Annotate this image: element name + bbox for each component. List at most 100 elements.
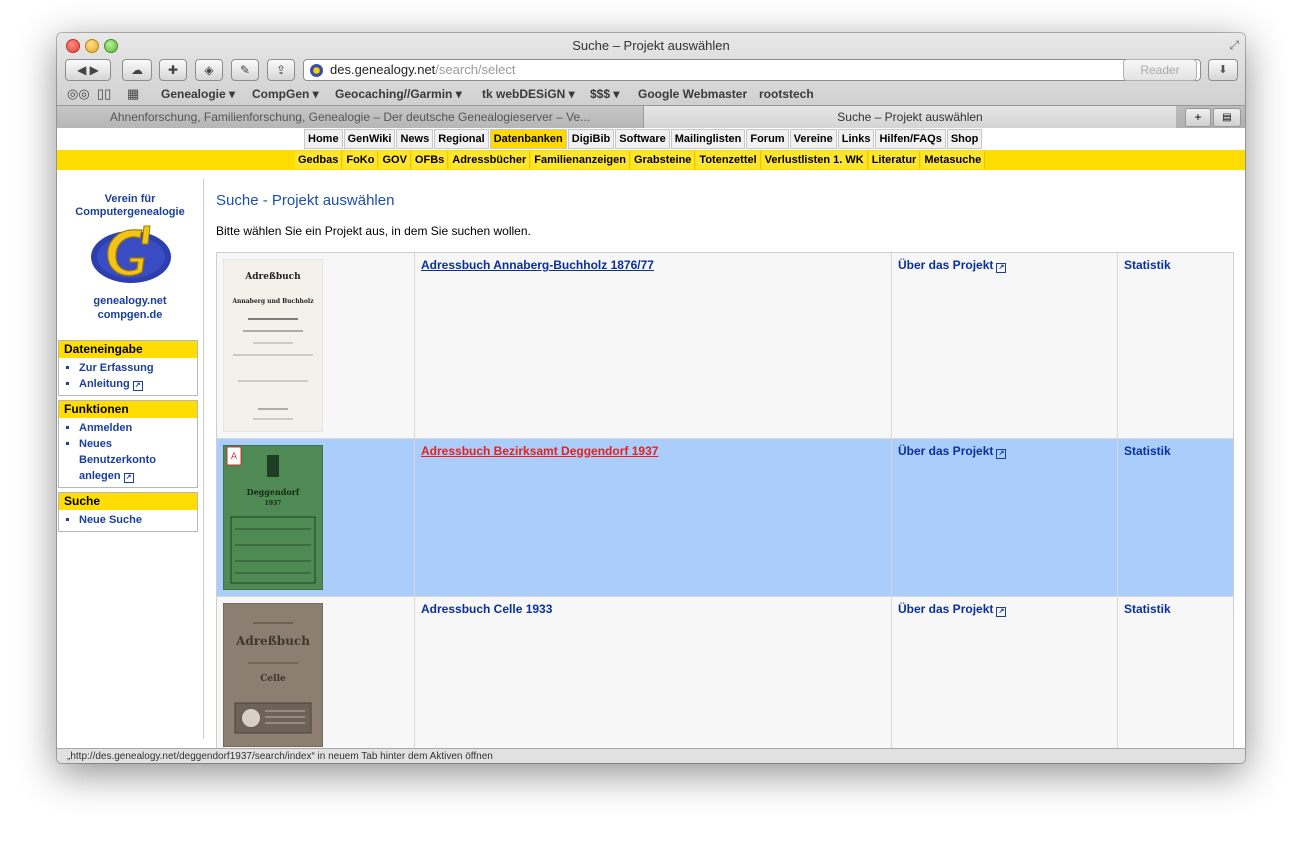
reading-list-icon[interactable]: ◎◎ (67, 86, 90, 102)
cover-title-text: Deggendorf (247, 487, 300, 497)
nav-item-home[interactable]: Home (304, 129, 343, 149)
address-bar[interactable]: des.genealogy.net/search/select ↻ (303, 59, 1201, 81)
list-item: Neues Benutzerkonto anlegen↗ (79, 436, 159, 484)
statistics-link[interactable]: Statistik (1124, 602, 1171, 616)
back-icon[interactable]: ◀ (77, 63, 86, 77)
extension-icon: ◈ (204, 63, 214, 77)
subnav-item-adressb-cher[interactable]: Adressbücher (449, 151, 531, 169)
nav-item-vereine[interactable]: Vereine (789, 129, 837, 149)
subnav-item-verlustlisten-1-wk[interactable]: Verlustlisten 1. WK (761, 151, 868, 169)
nav-item-regional[interactable]: Regional (434, 129, 489, 149)
nav-item-news[interactable]: News (396, 129, 434, 149)
nav-item-software[interactable]: Software (615, 129, 670, 149)
box-title: Dateneingabe (59, 341, 197, 358)
subnav-item-literatur[interactable]: Literatur (868, 151, 921, 169)
project-link[interactable]: Adressbuch Bezirksamt Deggendorf 1937 (421, 444, 658, 458)
statistics-link[interactable]: Statistik (1124, 444, 1171, 458)
nav-item-datenbanken[interactable]: Datenbanken (489, 129, 567, 149)
link-anmelden[interactable]: Anmelden (79, 422, 132, 434)
bookmarks-book-icon[interactable]: ▯▯ (97, 86, 111, 102)
external-link-icon: ↗ (996, 263, 1007, 273)
subnav-item-metasuche[interactable]: Metasuche (921, 151, 986, 169)
box-list: Neue Suche (59, 512, 197, 528)
forward-icon[interactable]: ▶ (90, 63, 99, 77)
share-icon: ⇪ (275, 63, 287, 77)
external-link-icon: ↗ (996, 449, 1007, 459)
nav-item-mailinglisten[interactable]: Mailinglisten (670, 129, 746, 149)
bookmark-dollars[interactable]: $$$ ▾ (590, 87, 619, 101)
nav-item-digibib[interactable]: DigiBib (567, 129, 615, 149)
secondary-nav: Gedbas FoKo GOV OFBs Adressbücher Familienanz… (295, 151, 986, 169)
about-wrap: Über das Projekt ↗ (898, 258, 1007, 273)
nav-item-genwiki[interactable]: GenWiki (343, 129, 396, 149)
subnav-item-grabsteine[interactable]: Grabsteine (630, 151, 696, 169)
box-title: Funktionen (59, 401, 197, 418)
share-button[interactable]: ⇪ (267, 59, 295, 81)
box-dateneingabe: Dateneingabe Zur Erfassung Anleitung↗ (58, 340, 198, 396)
project-link[interactable]: Adressbuch Celle 1933 (421, 602, 552, 616)
new-tab-button[interactable]: + (1185, 108, 1211, 127)
tab-search-select[interactable]: Suche – Projekt auswählen (644, 106, 1176, 128)
tab-overview-button[interactable]: ▤ (1213, 108, 1241, 127)
nav-item-links[interactable]: Links (837, 129, 875, 149)
list-item: Zur Erfassung (79, 360, 197, 376)
site-link-genealogy[interactable]: genealogy.net (57, 295, 203, 307)
download-icon: ⬇ (1218, 64, 1228, 76)
bookmark-tk-webdesign[interactable]: tk webDESiGN ▾ (482, 87, 575, 101)
subnav-item-foko[interactable]: FoKo (343, 151, 379, 169)
cover-sub-text: Annaberg und Buchholz (231, 298, 314, 305)
url-text: des.genealogy.net/search/select (330, 60, 516, 80)
link-neue-suche[interactable]: Neue Suche (79, 514, 142, 526)
list-item: Anmelden (79, 420, 197, 436)
bookmark-geocaching[interactable]: Geocaching//Garmin ▾ (335, 87, 462, 101)
about-project-link[interactable]: Über das Projekt (898, 258, 993, 272)
site-link-compgen[interactable]: compgen.de (57, 309, 203, 321)
tools-button[interactable]: ✎ (231, 59, 259, 81)
cover-deggendorf-image[interactable]: A Deggendorf 1937 (223, 445, 323, 590)
top-sites-icon[interactable]: ▦ (127, 86, 139, 102)
bookmark-google-webmaster[interactable]: Google Webmaster (638, 87, 747, 101)
add-bookmark-button[interactable]: ✚ (159, 59, 187, 81)
link-neues-benutzerkonto[interactable]: Neues Benutzerkonto anlegen (79, 438, 156, 482)
tab-genealogy-home[interactable]: Ahnenforschung, Familienforschung, Genea… (57, 106, 644, 128)
box-title: Suche (59, 493, 197, 510)
subnav-item-gedbas[interactable]: Gedbas (295, 151, 343, 169)
reader-button[interactable]: Reader (1123, 59, 1197, 81)
box-suche: Suche Neue Suche (58, 492, 198, 532)
nav-item-hilfen-faqs[interactable]: Hilfen/FAQs (875, 129, 946, 149)
fullscreen-icon[interactable]: ⤢ (1229, 38, 1239, 53)
table-row: Adreßbuch Annaberg und Buchholz Adressbu… (217, 253, 1233, 439)
project-table: Adreßbuch Annaberg und Buchholz Adressbu… (216, 252, 1234, 748)
downloads-button[interactable]: ⬇ (1208, 59, 1238, 81)
box-list: Anmelden Neues Benutzerkonto anlegen↗ (59, 420, 197, 484)
cover-celle-image[interactable]: Adreßbuch Celle (223, 603, 323, 747)
icloud-tabs-button[interactable]: ☁ (122, 59, 152, 81)
box-list: Zur Erfassung Anleitung↗ (59, 360, 197, 392)
extension-button[interactable]: ◈ (195, 59, 223, 81)
compgen-logo[interactable] (90, 224, 172, 286)
link-anleitung[interactable]: Anleitung (79, 378, 130, 390)
bookmark-rootstech[interactable]: rootstech (759, 87, 814, 101)
browser-toolbar: ◀ ▶ ☁ ✚ ◈ ✎ ⇪ des.genealogy.net/search/s… (57, 58, 1245, 84)
statistics-link[interactable]: Statistik (1124, 258, 1171, 272)
about-cell: Über das Projekt ↗ (892, 253, 1118, 438)
nav-item-shop[interactable]: Shop (946, 129, 983, 149)
tab-bar: Ahnenforschung, Familienforschung, Genea… (57, 105, 1245, 128)
subnav-item-familienanzeigen[interactable]: Familienanzeigen (531, 151, 630, 169)
about-project-link[interactable]: Über das Projekt (898, 602, 993, 616)
subnav-item-totenzettel[interactable]: Totenzettel (696, 151, 761, 169)
cover-sub-text: Celle (260, 674, 286, 684)
about-wrap: Über das Projekt ↗ (898, 602, 1007, 617)
nav-item-forum[interactable]: Forum (746, 129, 789, 149)
bookmark-compgen[interactable]: CompGen ▾ (252, 87, 319, 101)
about-project-link[interactable]: Über das Projekt (898, 444, 993, 458)
link-zur-erfassung[interactable]: Zur Erfassung (79, 362, 154, 374)
project-link[interactable]: Adressbuch Annaberg-Buchholz 1876/77 (421, 258, 654, 272)
secondary-nav-bar: Gedbas FoKo GOV OFBs Adressbücher Familienanz… (57, 150, 1245, 170)
bookmark-genealogie[interactable]: Genealogie ▾ (161, 87, 235, 101)
subnav-item-ofbs[interactable]: OFBs (411, 151, 449, 169)
back-forward-button[interactable]: ◀ ▶ (65, 59, 111, 81)
subnav-item-gov[interactable]: GOV (379, 151, 411, 169)
cover-annaberg-image[interactable]: Adreßbuch Annaberg und Buchholz (223, 259, 323, 432)
org-name[interactable]: Verein für Computergenealogie (57, 193, 203, 219)
